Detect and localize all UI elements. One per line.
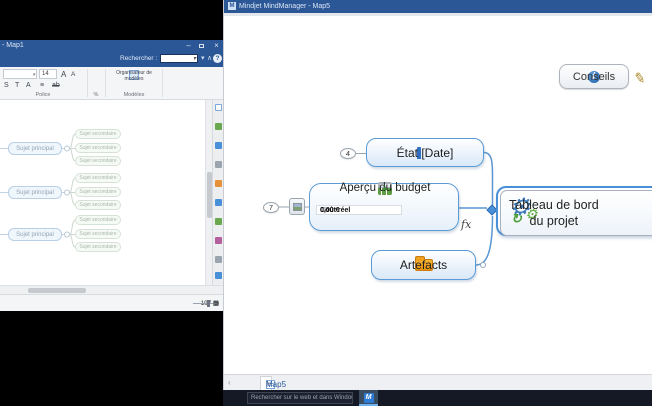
main-topic-node[interactable]: Sujet principal — [8, 228, 62, 241]
topic-label: Artefacts — [400, 258, 447, 272]
conseils-label: Conseils — [573, 71, 615, 83]
font-name-select[interactable]: ▾ — [3, 69, 37, 79]
topic-budget[interactable]: Aperçu du budget ▲ Coût prévu ⚙ 0,00 € C… — [309, 183, 459, 231]
organizer-label: Organisateur de modèles — [109, 71, 159, 82]
font-color-button[interactable]: A — [26, 82, 31, 89]
collapse-triangle-icon[interactable]: ▲ — [382, 185, 389, 192]
central-topic-label: Tableau de bord du projet — [509, 197, 599, 230]
pane-tab-icon[interactable] — [215, 180, 222, 187]
right-mindmanager-window: M Mindjet MindManager - Map5 i Conseils — [223, 0, 652, 390]
pane-tab-icon[interactable] — [215, 104, 222, 111]
subtopic-node[interactable]: Sujet secondaire — [75, 156, 121, 166]
chevron-down-icon: ▾ — [32, 71, 35, 79]
pane-tab-icon[interactable] — [215, 142, 222, 149]
zoom-slider-thumb[interactable] — [207, 300, 210, 307]
windows-taskbar: Rechercher sur le web et dans Windows e … — [223, 390, 652, 406]
mindmanager-icon: M — [364, 393, 374, 403]
pane-tab-icon[interactable] — [215, 199, 222, 206]
subtopic-node[interactable]: Sujet secondaire — [75, 173, 121, 183]
left-title-bar: - Map1 – × Rechercher : ▾ ▾ ∧ ? — [0, 40, 223, 67]
search-dropdown-icon[interactable]: ▾ — [193, 55, 196, 62]
property-row[interactable]: Coût réel ⚙ 0,00 € — [316, 205, 402, 215]
align-button[interactable]: ≡ — [40, 82, 44, 89]
left-mindmanager-window: - Map1 – × Rechercher : ▾ ▾ ∧ ? ▾ 14 A A… — [0, 40, 223, 311]
desktop: - Map1 – × Rechercher : ▾ ▾ ∧ ? ▾ 14 A A… — [0, 0, 652, 406]
pane-tab-icon[interactable] — [215, 123, 222, 130]
task-pane-strip — [212, 100, 223, 285]
left-map-canvas[interactable]: Sujet principal Sujet principal Sujet pr… — [0, 100, 223, 285]
central-topic-inner: ⚙ ⚙ ↻ Tableau de bord du projet — [500, 190, 652, 236]
formula-fx-label: fx — [461, 218, 471, 231]
group-separator — [162, 69, 163, 97]
group-label-percent: % — [88, 92, 104, 98]
subtopic-node[interactable]: Sujet secondaire — [75, 200, 121, 210]
taskbar-search-box[interactable]: Rechercher sur le web et dans Windows — [247, 392, 353, 404]
subtopic-node[interactable]: Sujet secondaire — [75, 242, 121, 252]
shrink-font-button[interactable]: A — [71, 71, 75, 78]
image-placeholder-icon[interactable] — [289, 198, 305, 215]
pane-tab-icon[interactable] — [215, 256, 222, 263]
template-organizer-button[interactable]: Organisateur de modèles — [108, 69, 160, 91]
subtopic-node[interactable]: Sujet secondaire — [75, 143, 121, 153]
restore-icon — [199, 44, 204, 48]
subtopic-node[interactable]: Sujet secondaire — [75, 129, 121, 139]
conseils-button[interactable]: i Conseils — [559, 64, 629, 89]
document-tab-bar: ‹ Map5 × ▫ — [224, 374, 652, 390]
central-topic-selected[interactable]: ⚙ ⚙ ↻ Tableau de bord du projet — [496, 186, 652, 236]
collapse-ribbon-icon[interactable]: ∧ — [207, 54, 212, 62]
group-label-modeles: Modèles — [106, 92, 162, 98]
scrollbar-thumb[interactable] — [28, 288, 86, 293]
restore-button[interactable] — [197, 42, 208, 51]
vertical-scrollbar[interactable] — [205, 100, 212, 285]
ribbon: ▾ 14 A A S T A ≡ ab Police % Modèles Org… — [0, 67, 223, 100]
collapsed-count-badge[interactable]: 7 — [263, 202, 279, 213]
main-topic-node[interactable]: Sujet principal — [8, 186, 62, 199]
document-tab-map5[interactable]: Map5 × ▫ — [260, 376, 272, 390]
view-switch-button[interactable]: ▪ — [217, 300, 219, 307]
right-title-bar: M Mindjet MindManager - Map5 — [224, 0, 652, 13]
group-separator — [87, 69, 88, 97]
find-options-icon[interactable]: ▾ — [201, 54, 205, 62]
tab-scroll-icon[interactable]: ‹ — [228, 378, 231, 387]
topic-etat[interactable]: État [Date] — [366, 138, 484, 167]
mindmanager-button-active[interactable]: M — [359, 390, 378, 406]
help-icon[interactable]: ? — [213, 54, 222, 63]
clear-format-button[interactable]: ab — [52, 82, 60, 89]
minimize-button[interactable]: – — [183, 42, 194, 51]
main-topic-node[interactable]: Sujet principal — [8, 142, 62, 155]
collapsed-count-badge[interactable]: 4 — [340, 148, 356, 159]
ribbon-search-input[interactable]: ▾ — [160, 54, 198, 63]
pane-tab-icon[interactable] — [215, 218, 222, 225]
pane-tab-icon[interactable] — [215, 272, 222, 279]
new-tab-icon[interactable]: ▫ — [266, 381, 268, 388]
app-icon: M — [228, 2, 236, 10]
start-button[interactable] — [227, 392, 241, 404]
left-window-title: - Map1 — [2, 42, 24, 49]
pane-tab-icon[interactable] — [215, 237, 222, 244]
image-thumb — [293, 203, 302, 211]
subtopic-node[interactable]: Sujet secondaire — [75, 229, 121, 239]
right-window-title: Mindjet MindManager - Map5 — [239, 3, 330, 10]
ribbon-search-label: Rechercher : — [120, 55, 157, 62]
subtopic-node[interactable]: Sujet secondaire — [75, 187, 121, 197]
grow-font-button[interactable]: A — [61, 70, 66, 79]
topic-artefacts[interactable]: Artefacts — [371, 250, 476, 280]
topic-label: État [Date] — [397, 146, 454, 160]
font-size-select[interactable]: 14 — [39, 69, 57, 79]
group-separator — [105, 69, 106, 97]
bold-button[interactable]: S — [4, 82, 9, 89]
horizontal-scrollbar[interactable] — [0, 285, 223, 294]
pane-tab-icon[interactable] — [215, 161, 222, 168]
group-label-police: Police — [0, 92, 86, 98]
close-button[interactable]: × — [211, 42, 222, 51]
map-canvas[interactable]: i Conseils ✎ 4 État [Date] 7 Aperçu du b… — [224, 16, 652, 374]
subtopic-node[interactable]: Sujet secondaire — [75, 215, 121, 225]
status-bar: ▦ ▼ ⊕ ▣ ▤ 197 % – + ▦ ▪ — [0, 294, 223, 311]
strikethrough-button[interactable]: T — [15, 82, 19, 89]
property-value: 0,00 € — [320, 207, 339, 214]
